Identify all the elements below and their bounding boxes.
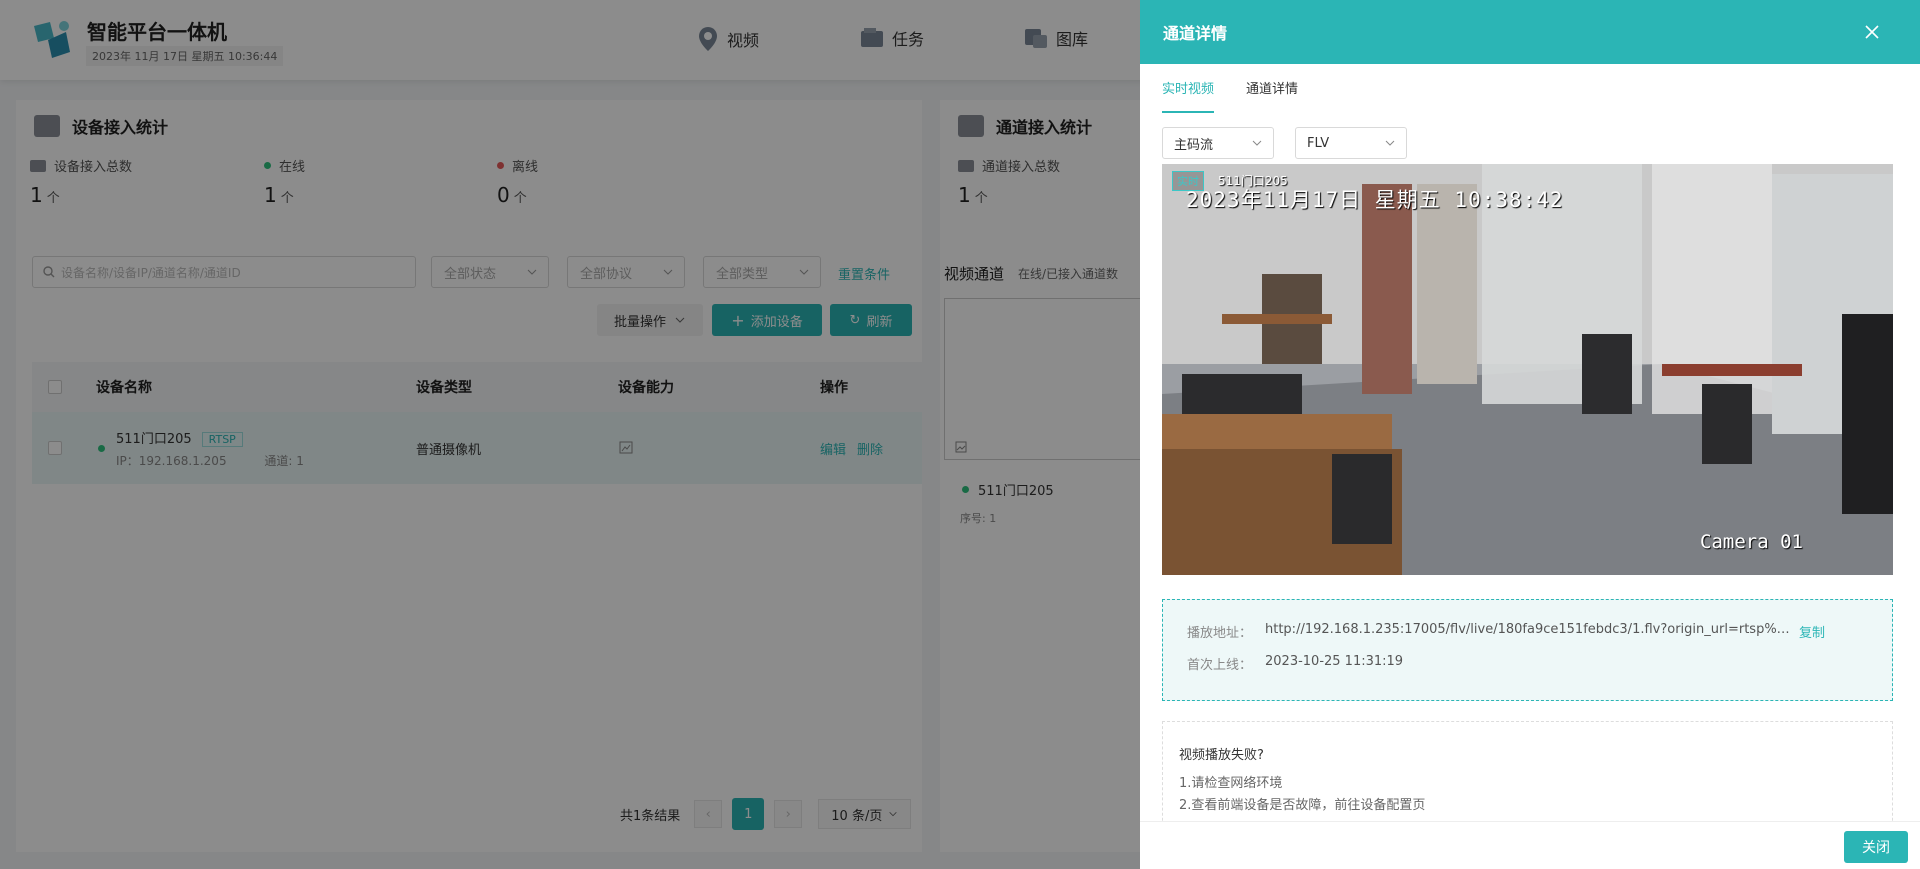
first-online-label: 首次上线： xyxy=(1187,658,1253,673)
video-player[interactable]: 实时 511门口205 2023年11月17日 星期五 10:38:42 Cam… xyxy=(1162,164,1893,575)
format-select[interactable]: FLV xyxy=(1295,127,1407,159)
channel-detail-drawer: 通道详情 实时视频 通道详情 主码流 FLV 实时 511门口205 2023年… xyxy=(1140,0,1920,869)
stream-select[interactable]: 主码流 xyxy=(1162,127,1274,159)
drawer-footer: 关闭 xyxy=(1140,821,1920,869)
help-line: 2.查看前端设备是否故障，前往设备配置页 xyxy=(1179,798,1426,813)
help-line: 1.请检查网络环境 xyxy=(1179,776,1283,791)
playback-help-box: 视频播放失败? 1.请检查网络环境 2.查看前端设备是否故障，前往设备配置页 xyxy=(1162,721,1893,831)
close-button[interactable]: 关闭 xyxy=(1844,831,1908,863)
stream-select-value: 主码流 xyxy=(1174,137,1214,153)
drawer-header: 通道详情 xyxy=(1140,0,1920,64)
help-title: 视频播放失败? xyxy=(1179,748,1264,763)
play-url-row: 播放地址： http://192.168.1.235:17005/flv/liv… xyxy=(1187,622,1825,641)
tab-live-video[interactable]: 实时视频 xyxy=(1162,78,1215,113)
first-online-row: 首次上线： 2023-10-25 11:31:19 xyxy=(1187,654,1403,673)
play-url-value: http://192.168.1.235:17005/flv/live/180f… xyxy=(1265,622,1795,637)
chevron-down-icon xyxy=(1252,140,1262,146)
format-select-value: FLV xyxy=(1307,135,1330,151)
camera-scene xyxy=(1162,164,1893,575)
drawer-title: 通道详情 xyxy=(1163,24,1228,43)
tab-channel-detail[interactable]: 通道详情 xyxy=(1246,78,1298,113)
play-url-label: 播放地址： xyxy=(1187,626,1253,641)
drawer-tabs: 实时视频 通道详情 xyxy=(1162,78,1330,113)
chevron-down-icon xyxy=(1385,140,1395,146)
video-timestamp: 2023年11月17日 星期五 10:38:42 xyxy=(1186,188,1564,212)
stream-info-box: 播放地址： http://192.168.1.235:17005/flv/liv… xyxy=(1162,599,1893,701)
close-icon[interactable] xyxy=(1862,22,1882,42)
video-camera-label: Camera 01 xyxy=(1700,531,1803,553)
copy-url-link[interactable]: 复制 xyxy=(1799,622,1825,641)
first-online-value: 2023-10-25 11:31:19 xyxy=(1265,654,1404,669)
